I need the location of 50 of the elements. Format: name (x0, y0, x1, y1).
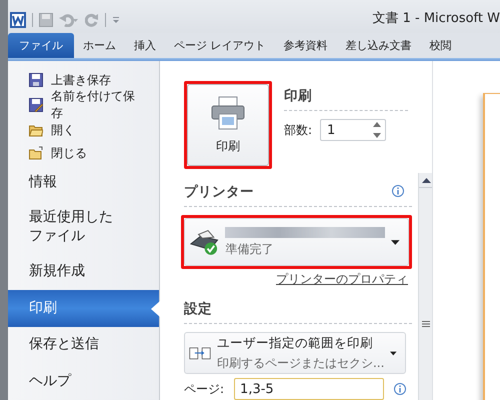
scroll-grip-icon (422, 321, 430, 327)
menu-command[interactable]: 名前を付けて保存 (8, 92, 159, 119)
save-as-icon (29, 98, 43, 112)
print-button[interactable]: 印刷 (187, 84, 269, 166)
menu-command[interactable]: 閉じる (8, 142, 159, 164)
undo-icon (59, 12, 79, 26)
save-icon (39, 12, 53, 26)
info-icon (392, 185, 404, 197)
section-heading: 設定 (184, 300, 213, 318)
menu-section[interactable]: 情報 (8, 164, 159, 201)
menu-section[interactable]: 新規作成 (8, 254, 159, 290)
menu-command[interactable]: 開く (8, 118, 159, 142)
spin-arrows-icon (373, 121, 382, 139)
ribbon-tab[interactable]: 校閲 (420, 33, 460, 58)
printer-status: 準備完了 (225, 240, 274, 258)
ribbon-tab[interactable]: ホーム (74, 33, 125, 58)
printer-ready-icon (189, 228, 220, 256)
printer-icon (211, 96, 245, 130)
print-range-dropdown[interactable]: ユーザー指定の範囲を印刷 印刷するページまたはセクシ... (184, 332, 406, 374)
printer-properties-link[interactable]: プリンターのプロパティ (276, 271, 408, 288)
ribbon-tab[interactable]: ページ レイアウト (165, 33, 274, 58)
range-title: ユーザー指定の範囲を印刷 (216, 334, 374, 352)
dropdown-caret-icon (391, 240, 400, 244)
copies-spinner[interactable]: 1 (320, 119, 386, 141)
ribbon-tab[interactable]: 参考資料 (274, 33, 336, 58)
customize-caret-icon (112, 14, 120, 24)
menu-section[interactable]: ヘルプ (8, 363, 159, 400)
ribbon-tab[interactable]: 挿入 (125, 33, 165, 58)
menu-section[interactable]: 印刷 (8, 290, 159, 327)
info-icon (394, 383, 406, 395)
open-folder-icon (29, 123, 43, 138)
menu-section[interactable]: 最近使用したファイル (8, 200, 159, 254)
scrollbar[interactable] (418, 173, 432, 400)
window-title: 文書 1 - Microsoft W (372, 10, 500, 26)
section-heading: プリンター (184, 183, 254, 201)
word-logo-icon (10, 12, 26, 28)
menu-section[interactable]: 保存と送信 (8, 326, 159, 364)
copies-label: 部数: (284, 122, 312, 138)
pages-label: ページ: (184, 380, 224, 398)
ribbon-tab[interactable]: ファイル (8, 33, 74, 58)
dropdown-caret-icon (390, 350, 397, 356)
section-heading: 印刷 (284, 87, 313, 105)
folder-icon (29, 146, 43, 160)
redo-icon (85, 12, 99, 26)
ribbon-tab[interactable]: 差し込み文書 (336, 33, 420, 58)
save-icon (29, 73, 43, 88)
printer-dropdown[interactable]: 準備完了 (184, 218, 409, 266)
scroll-up-icon (422, 178, 430, 182)
range-description: 印刷するページまたはセクシ... (216, 354, 384, 372)
pages-input-field[interactable]: 1,3-5 (234, 378, 384, 400)
